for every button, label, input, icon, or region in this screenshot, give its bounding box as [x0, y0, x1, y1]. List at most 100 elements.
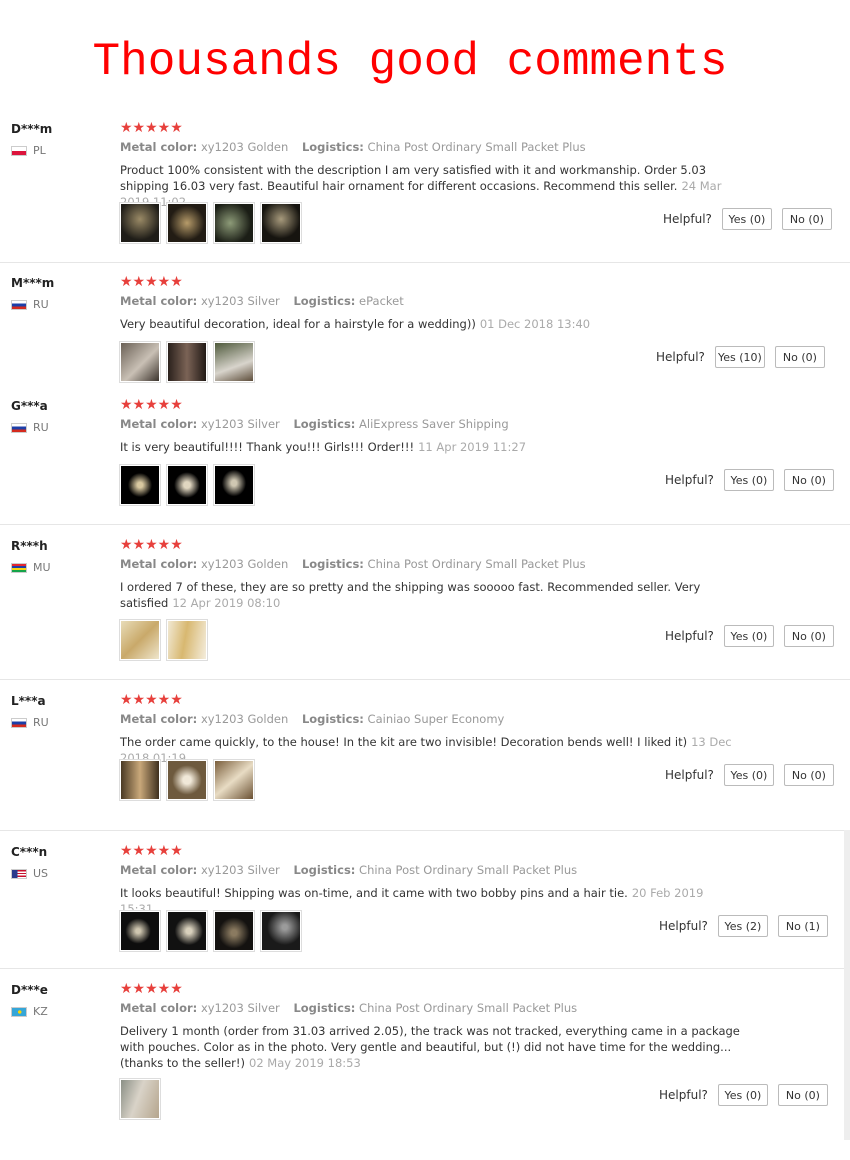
helpful-yes-button[interactable]: Yes (0): [717, 1084, 768, 1106]
review-photo[interactable]: [119, 619, 161, 661]
country-code: RU: [33, 421, 49, 434]
review-photo[interactable]: [213, 202, 255, 244]
review-item: G***a RU ★★★★★ Metal color: xy1203 Silve…: [0, 397, 850, 525]
reviewer-country: RU: [11, 421, 49, 434]
review-photo[interactable]: [166, 341, 208, 383]
review-date: 12 Apr 2019 08:10: [172, 596, 281, 610]
logistics-label: Logistics:: [293, 1001, 356, 1015]
logistics-value: China Post Ordinary Small Packet Plus: [367, 140, 586, 154]
flag-ru-icon: [11, 422, 27, 433]
review-photo[interactable]: [213, 910, 255, 952]
review-date: 02 May 2019 18:53: [249, 1056, 361, 1070]
helpful-label: Helpful?: [659, 1088, 708, 1102]
review-photo[interactable]: [119, 202, 161, 244]
review-attributes: Metal color: xy1203 Golden Logistics: Ca…: [120, 712, 504, 726]
review-photos: [119, 202, 307, 244]
helpful-no-button[interactable]: No (0): [777, 1084, 828, 1106]
flag-ru-icon: [11, 717, 27, 728]
review-photo[interactable]: [166, 619, 208, 661]
review-attributes: Metal color: xy1203 Golden Logistics: Ch…: [120, 557, 586, 571]
metal-color-value: xy1203 Silver: [200, 417, 280, 431]
helpful-yes-button[interactable]: Yes (0): [723, 764, 774, 786]
logistics-value: China Post Ordinary Small Packet Plus: [367, 557, 586, 571]
helpful-no-button[interactable]: No (0): [783, 764, 834, 786]
logistics-label: Logistics:: [293, 294, 356, 308]
metal-color-label: Metal color:: [120, 294, 198, 308]
review-photo[interactable]: [119, 341, 161, 383]
helpful-yes-button[interactable]: Yes (0): [723, 469, 774, 491]
reviewer-country: PL: [11, 144, 46, 157]
metal-color-label: Metal color:: [120, 863, 198, 877]
reviewer-name: M***m: [11, 276, 55, 290]
reviewer-country: US: [11, 867, 48, 880]
review-photo[interactable]: [119, 910, 161, 952]
helpful-yes-button[interactable]: Yes (0): [723, 625, 774, 647]
logistics-value: China Post Ordinary Small Packet Plus: [359, 863, 578, 877]
review-attributes: Metal color: xy1203 Silver Logistics: Al…: [120, 417, 509, 431]
review-body: It is very beautiful!!!! Thank you!!! Gi…: [120, 440, 415, 454]
logistics-label: Logistics:: [301, 712, 364, 726]
scrollbar-track[interactable]: [844, 830, 850, 1140]
helpful-no-button[interactable]: No (0): [783, 469, 834, 491]
logistics-label: Logistics:: [293, 863, 356, 877]
review-photo[interactable]: [119, 759, 161, 801]
review-photos: [119, 341, 260, 383]
metal-color-label: Metal color:: [120, 417, 198, 431]
helpful-controls: Helpful? Yes (0) No (0): [659, 1084, 828, 1106]
review-photo[interactable]: [213, 464, 255, 506]
review-photos: [119, 759, 260, 801]
flag-us-icon: [11, 868, 27, 879]
star-rating: ★★★★★: [120, 120, 183, 136]
helpful-label: Helpful?: [665, 473, 714, 487]
helpful-no-button[interactable]: No (0): [774, 346, 825, 368]
review-photo[interactable]: [260, 910, 302, 952]
reviewer-country: RU: [11, 716, 49, 729]
review-body: Delivery 1 month (order from 31.03 arriv…: [120, 1024, 740, 1070]
helpful-controls: Helpful? Yes (10) No (0): [656, 346, 825, 368]
metal-color-value: xy1203 Golden: [200, 557, 289, 571]
helpful-yes-button[interactable]: Yes (2): [717, 915, 768, 937]
helpful-label: Helpful?: [656, 350, 705, 364]
country-code: RU: [33, 298, 49, 311]
review-attributes: Metal color: xy1203 Silver Logistics: eP…: [120, 294, 404, 308]
reviewer-name: G***a: [11, 399, 48, 413]
helpful-yes-button[interactable]: Yes (10): [714, 346, 765, 368]
review-attributes: Metal color: xy1203 Silver Logistics: Ch…: [120, 1001, 577, 1015]
helpful-label: Helpful?: [665, 768, 714, 782]
review-body: It looks beautiful! Shipping was on-time…: [120, 886, 628, 900]
review-date: 01 Dec 2018 13:40: [479, 317, 591, 331]
review-photo[interactable]: [213, 759, 255, 801]
review-photo[interactable]: [166, 910, 208, 952]
review-photo[interactable]: [166, 759, 208, 801]
flag-kz-icon: [11, 1006, 27, 1017]
reviewer-country: MU: [11, 561, 51, 574]
logistics-value: AliExpress Saver Shipping: [359, 417, 509, 431]
flag-mu-icon: [11, 562, 27, 573]
logistics-value: China Post Ordinary Small Packet Plus: [359, 1001, 578, 1015]
review-photos: [119, 910, 307, 952]
helpful-no-button[interactable]: No (1): [777, 915, 828, 937]
flag-pl-icon: [11, 145, 27, 156]
review-photo[interactable]: [166, 464, 208, 506]
review-attributes: Metal color: xy1203 Silver Logistics: Ch…: [120, 863, 577, 877]
reviewer-country: KZ: [11, 1005, 48, 1018]
helpful-no-button[interactable]: No (0): [783, 625, 834, 647]
country-code: KZ: [33, 1005, 48, 1018]
review-photo[interactable]: [119, 1078, 161, 1120]
review-date: 11 Apr 2019 11:27: [418, 440, 527, 454]
star-rating: ★★★★★: [120, 397, 183, 413]
review-photo[interactable]: [260, 202, 302, 244]
review-text: Very beautiful decoration, ideal for a h…: [120, 316, 740, 332]
helpful-no-button[interactable]: No (0): [781, 208, 832, 230]
review-body: The order came quickly, to the house! In…: [120, 735, 688, 749]
review-photo[interactable]: [213, 341, 255, 383]
metal-color-value: xy1203 Silver: [200, 294, 280, 308]
review-text: I ordered 7 of these, they are so pretty…: [120, 579, 740, 611]
review-photo[interactable]: [119, 464, 161, 506]
helpful-yes-button[interactable]: Yes (0): [721, 208, 772, 230]
star-rating: ★★★★★: [120, 692, 183, 708]
logistics-label: Logistics:: [301, 557, 364, 571]
reviewer-name: L***a: [11, 694, 46, 708]
star-rating: ★★★★★: [120, 843, 183, 859]
review-photo[interactable]: [166, 202, 208, 244]
